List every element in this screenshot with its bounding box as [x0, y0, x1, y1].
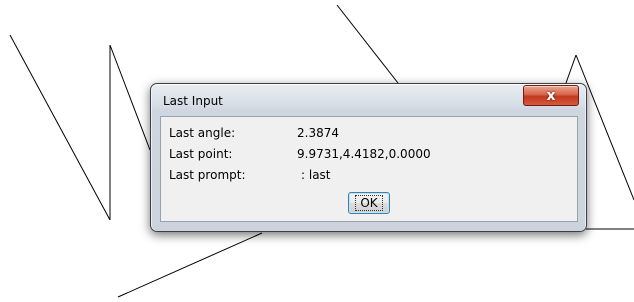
- drawing-line: [565, 54, 577, 84]
- last-input-dialog: Last Input x Last angle: 2.3874 Last poi…: [150, 83, 587, 232]
- last-angle-label: Last angle:: [169, 126, 236, 140]
- dialog-client-area: Last angle: 2.3874 Last point: 9.9731,4.…: [160, 116, 578, 222]
- ok-button[interactable]: OK: [348, 192, 390, 214]
- drawing-line: [109, 44, 151, 151]
- drawing-line: [336, 4, 399, 84]
- last-angle-value: 2.3874: [297, 126, 339, 140]
- drawing-line: [9, 34, 111, 221]
- last-prompt-label: Last prompt:: [169, 168, 246, 182]
- last-prompt-value: : last: [301, 168, 331, 182]
- last-point-value: 9.9731,4.4182,0.0000: [297, 147, 431, 161]
- ok-button-label: OK: [355, 195, 383, 211]
- close-icon: x: [546, 87, 556, 104]
- dialog-titlebar[interactable]: Last Input x: [151, 84, 586, 112]
- drawing-line: [117, 232, 263, 298]
- last-point-label: Last point:: [169, 147, 233, 161]
- dialog-title: Last Input: [163, 94, 223, 108]
- close-button[interactable]: x: [523, 85, 579, 106]
